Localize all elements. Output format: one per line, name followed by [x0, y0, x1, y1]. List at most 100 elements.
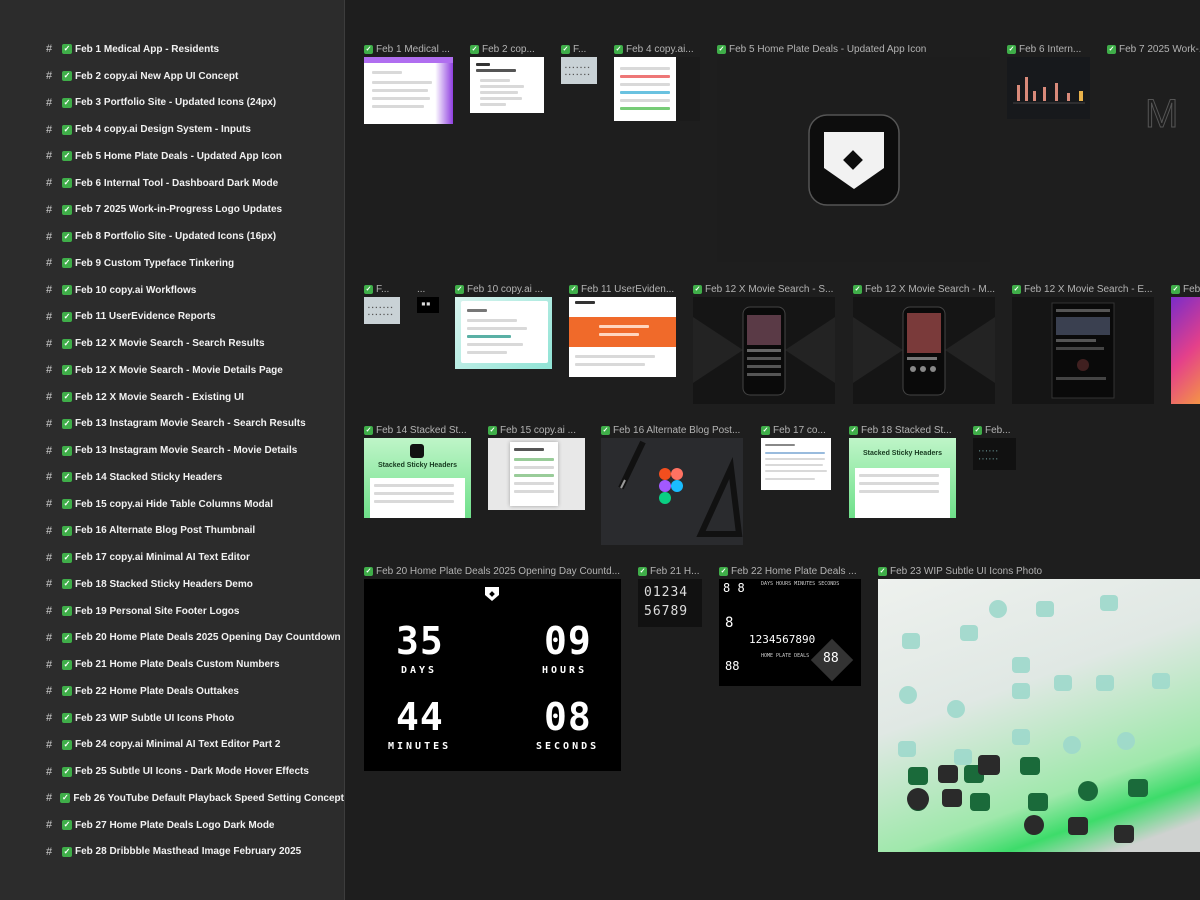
layer-item[interactable]: # ✓ Feb 12 X Movie Search - Search Results — [0, 330, 344, 357]
thumbnail: Stacked Sticky Headers — [849, 438, 956, 518]
frame-feb21[interactable]: ✓ Feb 21 H... 01234 56789 — [638, 566, 702, 627]
frame-feb3[interactable]: ✓ F... ▪▪▪▪▪▪▪ ▪▪▪▪▪▪▪ — [561, 44, 597, 84]
layer-item-label: Feb 9 Custom Typeface Tinkering — [75, 257, 235, 269]
frame-feb14[interactable]: ✓ Feb 14 Stacked St... Stacked Sticky Hea… — [364, 425, 471, 518]
thumbnail: 35 DAYS 09 HOURS 44 MINUTES 08 SECONDS — [364, 579, 621, 771]
checkmark-icon: ✓ — [62, 499, 72, 510]
checkmark-icon: ✓ — [1107, 44, 1116, 54]
layer-item[interactable]: # ✓ Feb 16 Alternate Blog Post Thumbnail — [0, 518, 344, 545]
checkmark-icon: ✓ — [849, 425, 858, 435]
layer-item[interactable]: # ✓ Feb 14 Stacked Sticky Headers — [0, 464, 344, 491]
frame-feb19[interactable]: ✓ Feb... ▪▪▪▪▪▪ ▪▪▪▪▪▪ — [973, 425, 1016, 470]
frame-feb10[interactable]: ✓ Feb 10 copy.ai ... — [455, 284, 552, 369]
layer-item[interactable]: # ✓ Feb 26 YouTube Default Playback Speed … — [0, 785, 344, 812]
layer-item[interactable]: # ✓ Feb 9 Custom Typeface Tinkering — [0, 250, 344, 277]
checkmark-icon: ✓ — [62, 418, 72, 429]
frame-feb23[interactable]: ✓ Feb 23 WIP Subtle UI Icons Photo — [878, 566, 1200, 852]
frame-feb13[interactable]: ✓ Feb — [1171, 284, 1200, 404]
frame-hash-icon: # — [46, 738, 53, 751]
frame-feb9[interactable]: ... ▪▪ — [417, 284, 439, 313]
frame-feb15[interactable]: ✓ Feb 15 copy.ai ... — [488, 425, 585, 510]
checkmark-icon: ✓ — [62, 365, 72, 376]
layer-item[interactable]: # ✓ Feb 10 copy.ai Workflows — [0, 277, 344, 304]
frame-feb6[interactable]: ✓ Feb 6 Intern... — [1007, 44, 1090, 119]
checkmark-icon: ✓ — [62, 44, 72, 55]
layer-item[interactable]: # ✓ Feb 25 Subtle UI Icons - Dark Mode Hov… — [0, 758, 344, 785]
layer-item-label: Feb 11 UserEvidence Reports — [75, 311, 216, 323]
frame-label: ✓ Feb 4 copy.ai... — [614, 43, 694, 55]
checkmark-icon: ✓ — [62, 686, 72, 697]
frame-feb18[interactable]: ✓ Feb 18 Stacked St... Stacked Sticky Hea… — [849, 425, 956, 518]
layer-item[interactable]: # ✓ Feb 19 Personal Site Footer Logos — [0, 598, 344, 625]
layer-item[interactable]: # ✓ Feb 15 copy.ai Hide Table Columns Moda… — [0, 491, 344, 518]
layer-item[interactable]: # ✓ Feb 4 copy.ai Design System - Inputs — [0, 116, 344, 143]
layer-item[interactable]: # ✓ Feb 23 WIP Subtle UI Icons Photo — [0, 705, 344, 732]
layer-item-label: Feb 18 Stacked Sticky Headers Demo — [75, 578, 253, 590]
countdown-hours: 09 — [544, 619, 592, 663]
checkmark-icon: ✓ — [62, 552, 72, 563]
layer-item[interactable]: # ✓ Feb 18 Stacked Sticky Headers Demo — [0, 571, 344, 598]
layer-item[interactable]: # ✓ Feb 21 Home Plate Deals Custom Numbers — [0, 651, 344, 678]
layer-item-label: Feb 10 copy.ai Workflows — [75, 284, 197, 296]
frame-feb16[interactable]: ✓ Feb 16 Alternate Blog Post... — [601, 425, 743, 545]
thumbnail: ▪▪▪▪▪▪▪ ▪▪▪▪▪▪▪ — [561, 57, 597, 84]
frame-feb12-existing-ui[interactable]: ✓ Feb 12 X Movie Search - E... — [1012, 284, 1154, 404]
layer-item[interactable]: # ✓ Feb 1 Medical App - Residents — [0, 36, 344, 63]
checkmark-icon: ✓ — [62, 204, 72, 215]
checkmark-icon: ✓ — [62, 713, 72, 724]
checkmark-icon: ✓ — [470, 44, 479, 54]
frame-feb11[interactable]: ✓ Feb 11 UserEviden... — [569, 284, 676, 377]
design-canvas[interactable]: ✓ Feb 1 Medical ... ✓ Feb 2 cop... ✓ F... ▪… — [345, 0, 1200, 900]
layer-item[interactable]: # ✓ Feb 22 Home Plate Deals Outtakes — [0, 678, 344, 705]
layer-item[interactable]: # ✓ Feb 17 copy.ai Minimal AI Text Editor — [0, 544, 344, 571]
frame-feb1[interactable]: ✓ Feb 1 Medical ... — [364, 44, 453, 124]
countdown-seconds: 08 — [544, 695, 592, 739]
layer-item[interactable]: # ✓ Feb 20 Home Plate Deals 2025 Opening D… — [0, 625, 344, 652]
layer-item-label: Feb 13 Instagram Movie Search - Movie De… — [75, 445, 298, 457]
checkmark-icon: ✓ — [62, 445, 72, 456]
frame-label: ✓ Feb 7 2025 Work-... — [1107, 43, 1200, 55]
layer-item-label: Feb 24 copy.ai Minimal AI Text Editor Pa… — [75, 739, 281, 751]
checkmark-icon: ✓ — [62, 151, 72, 162]
frame-feb17[interactable]: ✓ Feb 17 co... — [761, 425, 831, 490]
checkmark-icon: ✓ — [62, 579, 72, 590]
layer-item[interactable]: # ✓ Feb 7 2025 Work-in-Progress Logo Updat… — [0, 197, 344, 224]
thumbnail — [614, 57, 700, 121]
frame-feb12-search-results[interactable]: ✓ Feb 12 X Movie Search - S... — [693, 284, 835, 404]
layer-item[interactable]: # ✓ Feb 3 Portfolio Site - Updated Icons (… — [0, 90, 344, 117]
frame-feb7[interactable]: ✓ Feb 7 2025 Work-... M — [1107, 44, 1200, 137]
frame-label: ✓ Feb 21 H... — [638, 565, 700, 577]
layer-item[interactable]: # ✓ Feb 28 Dribbble Masthead Image Februar… — [0, 839, 344, 866]
layer-item[interactable]: # ✓ Feb 24 copy.ai Minimal AI Text Editor … — [0, 732, 344, 759]
checkmark-icon: ✓ — [719, 566, 728, 576]
layer-item[interactable]: # ✓ Feb 6 Internal Tool - Dashboard Dark M… — [0, 170, 344, 197]
layer-item-label: Feb 22 Home Plate Deals Outtakes — [75, 685, 239, 697]
layer-item-label: Feb 28 Dribbble Masthead Image February … — [75, 846, 302, 858]
layer-item[interactable]: # ✓ Feb 27 Home Plate Deals Logo Dark Mode — [0, 812, 344, 839]
checkmark-icon: ✓ — [717, 44, 726, 54]
frame-feb5[interactable]: ✓ Feb 5 Home Plate Deals - Updated App Ic… — [717, 44, 990, 262]
layer-item[interactable]: # ✓ Feb 12 X Movie Search - Existing UI — [0, 384, 344, 411]
checkmark-icon: ✓ — [62, 258, 72, 269]
thumbnail — [1171, 297, 1200, 404]
frame-feb2[interactable]: ✓ Feb 2 cop... — [470, 44, 544, 113]
layer-item-label: Feb 26 YouTube Default Playback Speed Se… — [73, 792, 344, 804]
frame-feb12-movie-details[interactable]: ✓ Feb 12 X Movie Search - M... — [853, 284, 995, 404]
layer-item-label: Feb 17 copy.ai Minimal AI Text Editor — [75, 552, 250, 564]
layer-item[interactable]: # ✓ Feb 12 X Movie Search - Movie Details … — [0, 357, 344, 384]
frame-feb8[interactable]: ✓ F... ▪▪▪▪▪▪▪ ▪▪▪▪▪▪▪ — [364, 284, 400, 324]
layer-item[interactable]: # ✓ Feb 2 copy.ai New App UI Concept — [0, 63, 344, 90]
layer-item[interactable]: # ✓ Feb 11 UserEvidence Reports — [0, 304, 344, 331]
frame-feb4[interactable]: ✓ Feb 4 copy.ai... — [614, 44, 700, 121]
layer-item-label: Feb 3 Portfolio Site - Updated Icons (24… — [75, 97, 277, 109]
frame-feb20[interactable]: ✓ Feb 20 Home Plate Deals 2025 Opening Da… — [364, 566, 621, 771]
layer-item-label: Feb 19 Personal Site Footer Logos — [75, 605, 240, 617]
frame-hash-icon: # — [46, 391, 53, 404]
layer-item[interactable]: # ✓ Feb 5 Home Plate Deals - Updated App I… — [0, 143, 344, 170]
checkmark-icon: ✓ — [455, 284, 464, 294]
layer-item[interactable]: # ✓ Feb 13 Instagram Movie Search - Movie … — [0, 437, 344, 464]
frame-feb22[interactable]: ✓ Feb 22 Home Plate Deals ... 8 8 DAYS HO… — [719, 566, 861, 686]
layer-item[interactable]: # ✓ Feb 8 Portfolio Site - Updated Icons (… — [0, 223, 344, 250]
sticky-headers-demo-title: Stacked Sticky Headers — [863, 450, 942, 457]
layer-item[interactable]: # ✓ Feb 13 Instagram Movie Search - Search… — [0, 411, 344, 438]
